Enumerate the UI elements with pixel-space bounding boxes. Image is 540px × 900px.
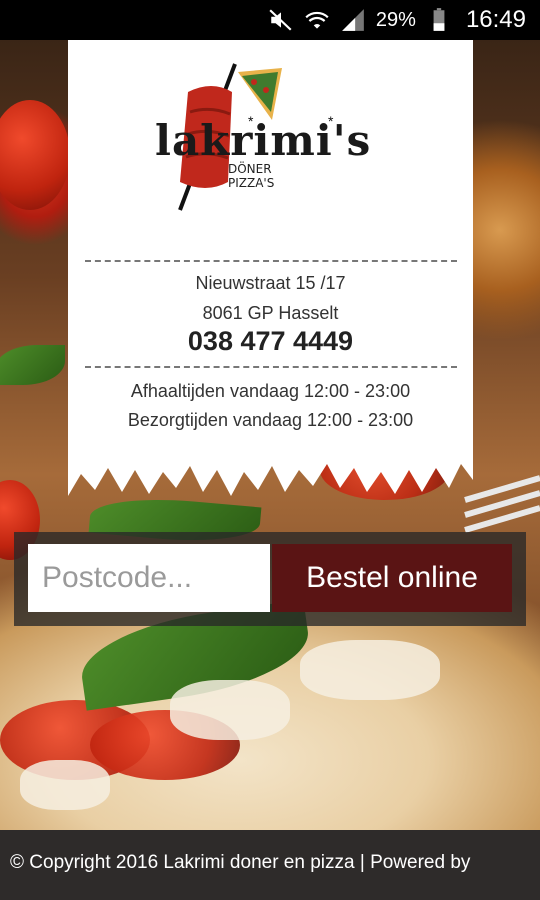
logo-subtitle-line-1: DÖNER bbox=[228, 162, 272, 176]
signal-icon bbox=[342, 9, 364, 31]
address-street: Nieuwstraat 15 /17 bbox=[195, 273, 346, 293]
cheese-decoration bbox=[20, 760, 110, 810]
order-online-button[interactable]: Bestel online bbox=[272, 544, 512, 612]
pickup-hours: Afhaaltijden vandaag 12:00 - 23:00 bbox=[130, 381, 411, 401]
clock: 16:49 bbox=[465, 6, 526, 33]
wifi-icon bbox=[305, 11, 329, 29]
delivery-hours: Bezorgtijden vandaag 12:00 - 23:00 bbox=[127, 410, 414, 430]
status-icons: 29% 16:49 bbox=[268, 0, 526, 40]
footer: © Copyright 2016 Lakrimi doner en pizza … bbox=[0, 830, 540, 900]
battery-percent: 29% bbox=[375, 8, 416, 31]
card-zigzag-edge bbox=[68, 458, 473, 496]
postcode-input[interactable] bbox=[28, 544, 270, 612]
phone-number[interactable]: 038 477 4449 bbox=[68, 326, 473, 357]
footer-copyright: © Copyright 2016 Lakrimi doner en pizza … bbox=[10, 852, 471, 873]
cheese-decoration bbox=[170, 680, 290, 740]
divider bbox=[85, 366, 457, 368]
divider bbox=[85, 260, 457, 262]
tomato-decoration bbox=[0, 100, 70, 210]
mute-icon bbox=[269, 9, 292, 31]
cheese-decoration bbox=[300, 640, 440, 700]
status-bar: 29% 16:49 bbox=[0, 0, 540, 40]
logo-name: lakrimi's bbox=[155, 116, 372, 165]
battery-icon bbox=[433, 8, 445, 31]
logo-subtitle: DÖNER PIZZA'S bbox=[228, 162, 274, 190]
address-city: 8061 GP Hasselt bbox=[202, 303, 339, 323]
basil-decoration bbox=[0, 345, 65, 385]
logo-subtitle-line-2: PIZZA'S bbox=[228, 176, 275, 190]
